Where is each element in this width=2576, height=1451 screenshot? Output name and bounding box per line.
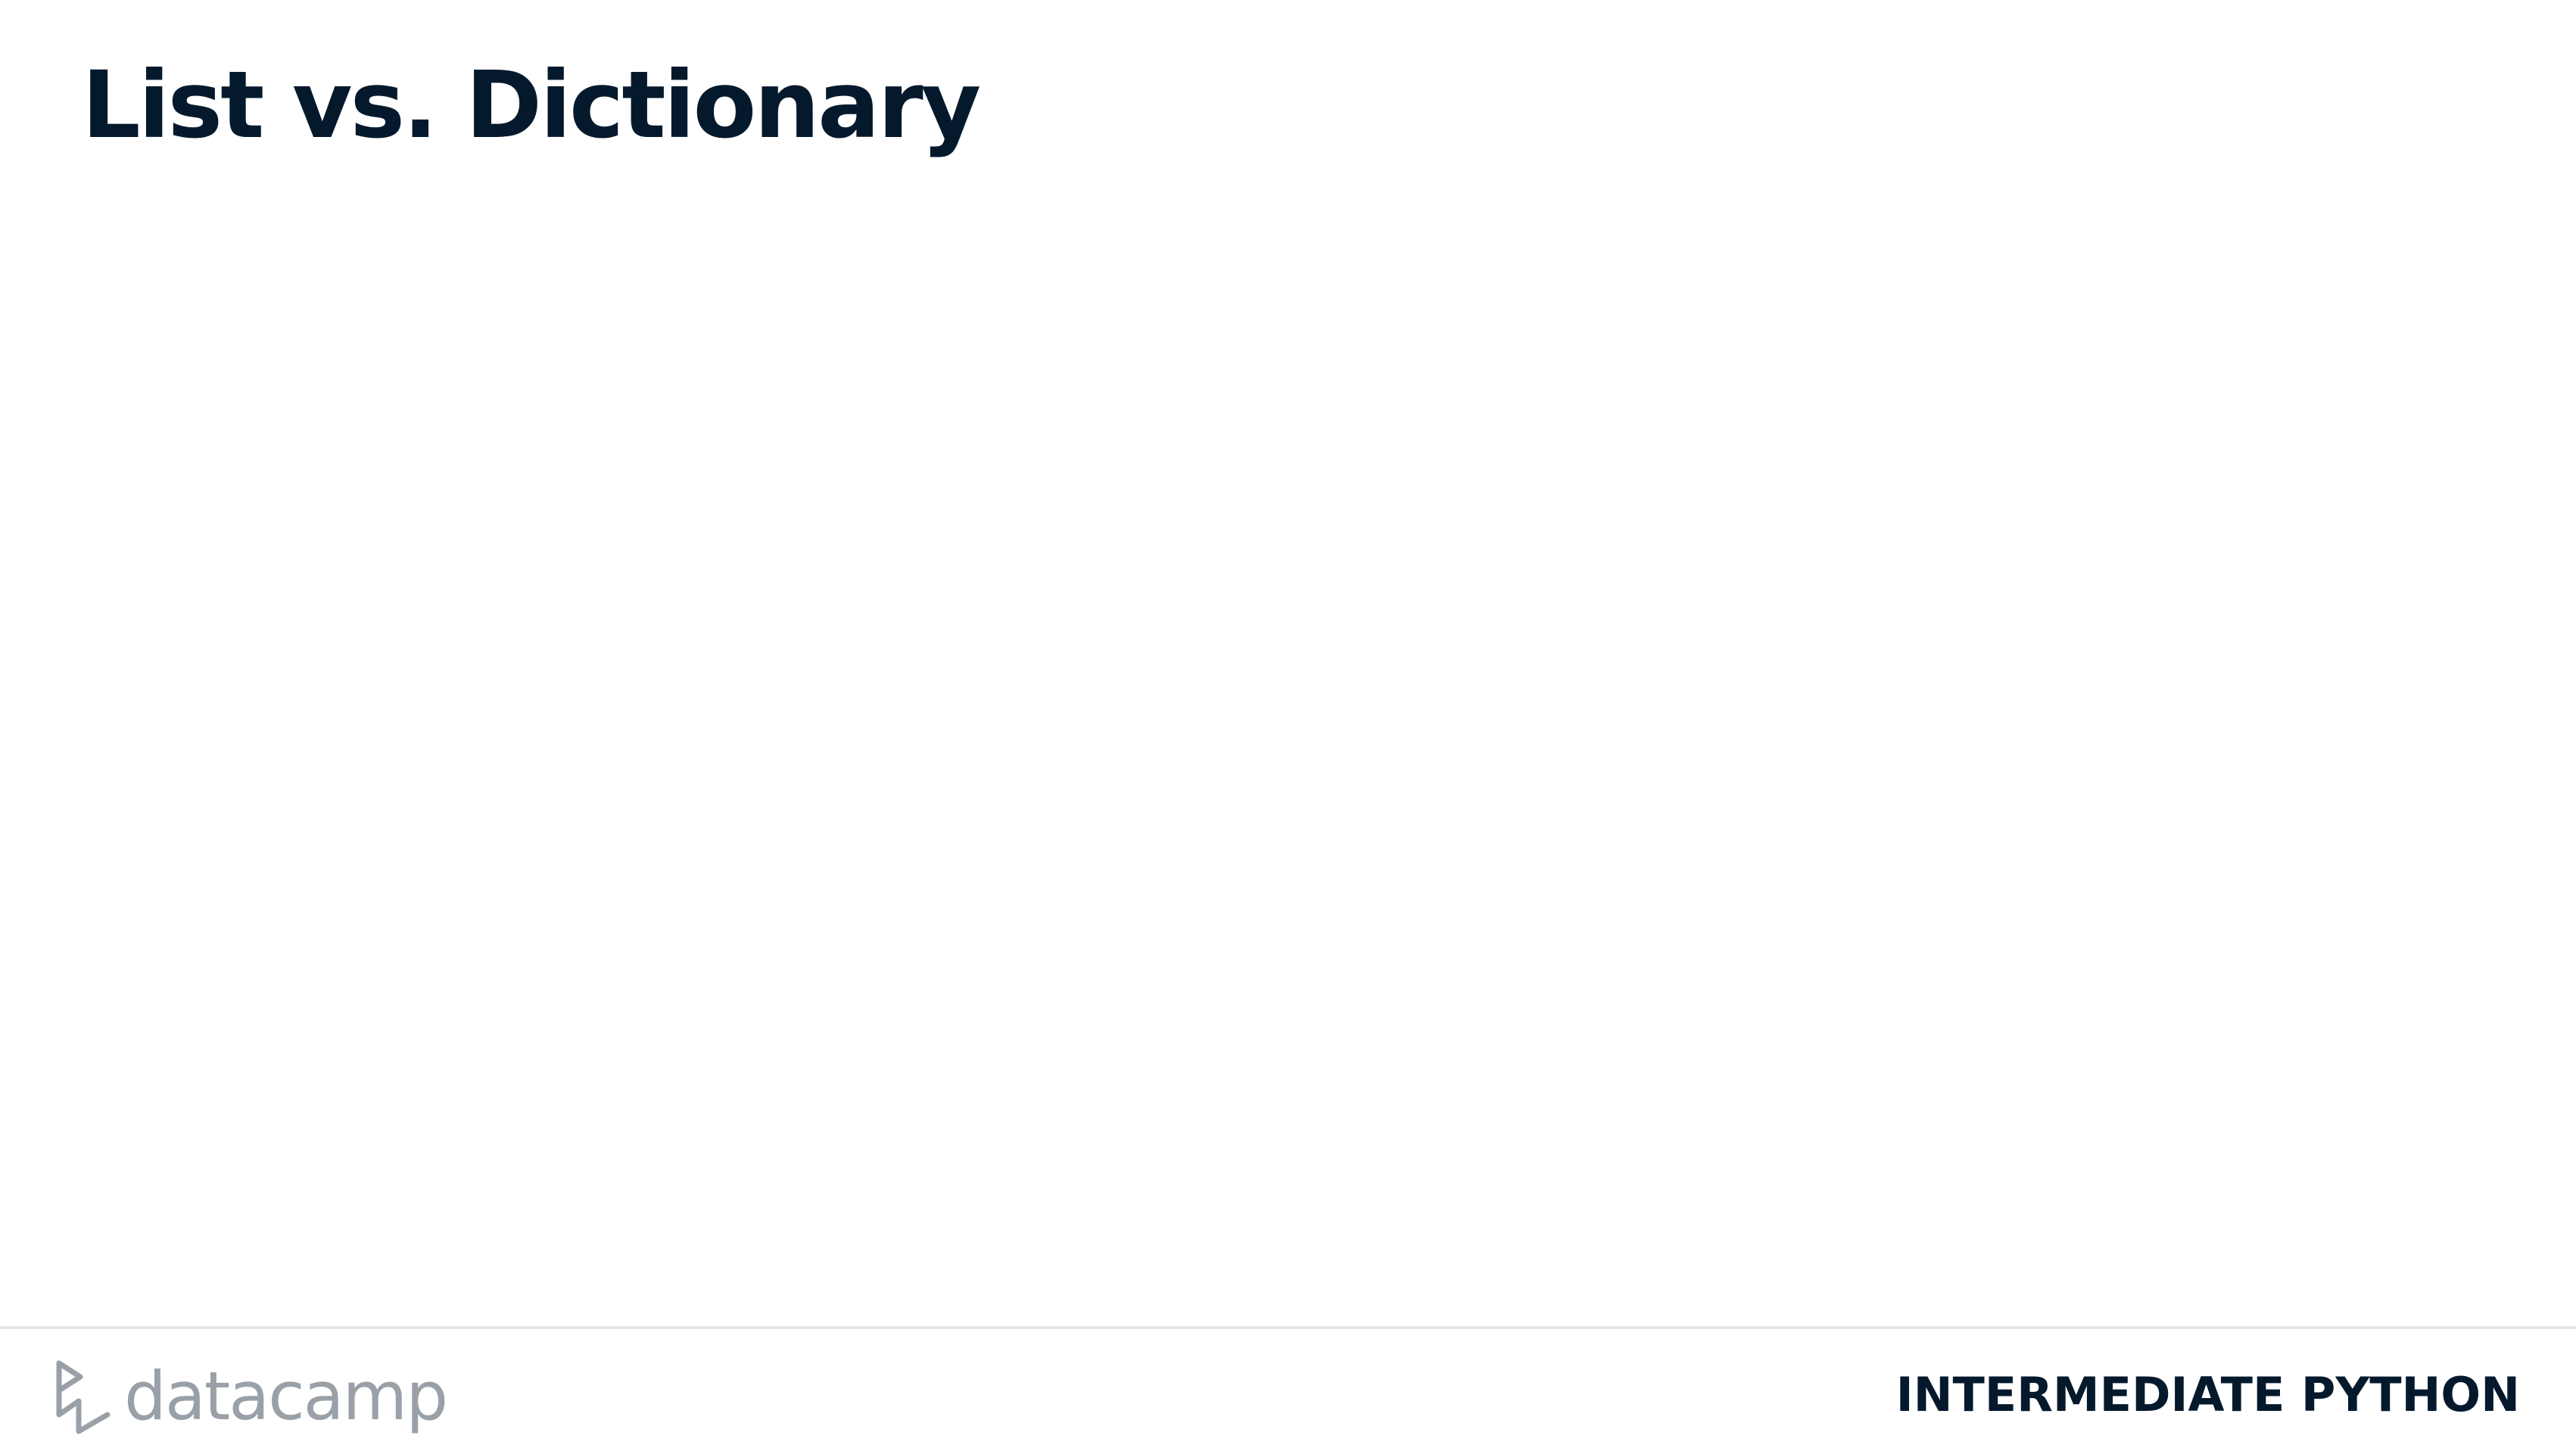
slide: List vs. Dictionary datacamp INTERMEDIAT… [0, 0, 2576, 1451]
datacamp-logo-icon [56, 1360, 111, 1434]
datacamp-logo: datacamp [53, 1355, 448, 1438]
course-name: INTERMEDIATE PYTHON [1895, 1367, 2520, 1422]
slide-title: List vs. Dictionary [82, 51, 981, 159]
slide-footer: datacamp INTERMEDIATE PYTHON [0, 1326, 2576, 1451]
logo-wordmark: datacamp [124, 1357, 448, 1435]
slide-content-area [0, 197, 2576, 1325]
